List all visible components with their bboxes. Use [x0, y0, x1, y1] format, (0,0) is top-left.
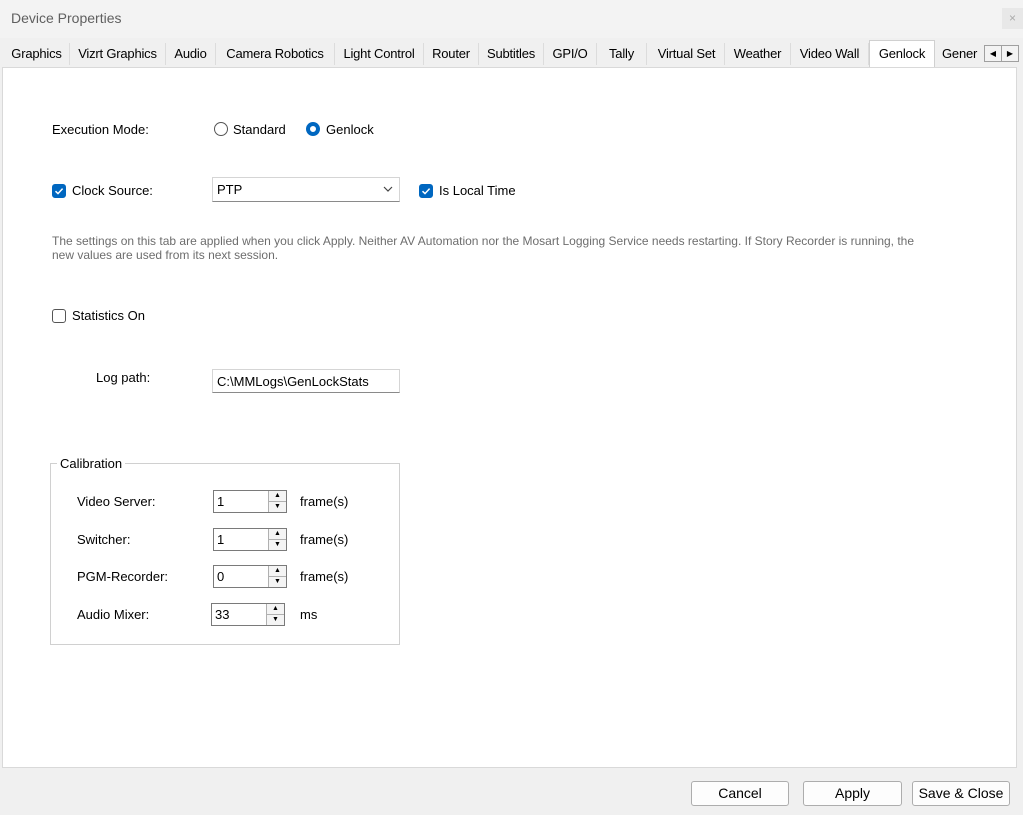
clock-source-value: PTP — [217, 182, 243, 197]
cancel-button[interactable]: Cancel — [691, 781, 789, 806]
clock-source-label[interactable]: Clock Source: — [72, 183, 153, 198]
tab-strip: Graphics Vizrt Graphics Audio Camera Rob… — [0, 40, 1023, 67]
tab-subtitles[interactable]: Subtitles — [479, 43, 544, 65]
pgm-recorder-label: PGM-Recorder: — [77, 569, 169, 584]
arrow-up-icon[interactable]: ▲ — [269, 491, 286, 502]
video-server-stepper[interactable]: 1 ▲ ▼ — [213, 490, 287, 513]
tab-vizrt-graphics[interactable]: Vizrt Graphics — [70, 43, 166, 65]
tab-router[interactable]: Router — [424, 43, 479, 65]
switcher-stepper[interactable]: 1 ▲ ▼ — [213, 528, 287, 551]
genlock-tab-panel — [2, 67, 1017, 768]
arrow-down-icon[interactable]: ▼ — [269, 577, 286, 587]
standard-radio[interactable] — [214, 122, 228, 136]
audio-mixer-stepper[interactable]: 33 ▲ ▼ — [211, 603, 285, 626]
audio-mixer-label: Audio Mixer: — [77, 607, 150, 622]
window-title: Device Properties — [11, 10, 122, 26]
arrow-down-icon[interactable]: ▼ — [267, 615, 284, 625]
tab-virtual-set[interactable]: Virtual Set — [649, 43, 725, 65]
tab-audio[interactable]: Audio — [166, 43, 216, 65]
tab-tally[interactable]: Tally — [597, 43, 647, 65]
statistics-on-label[interactable]: Statistics On — [72, 308, 145, 323]
genlock-radio-label[interactable]: Genlock — [326, 122, 374, 137]
chevron-left-icon[interactable]: ◀ — [985, 46, 1001, 61]
statistics-on-checkbox[interactable] — [52, 309, 66, 323]
save-close-button[interactable]: Save & Close — [912, 781, 1010, 806]
close-icon[interactable]: × — [1002, 8, 1023, 29]
tab-genlock[interactable]: Genlock — [869, 40, 935, 67]
is-local-time-label[interactable]: Is Local Time — [439, 183, 516, 198]
video-server-unit: frame(s) — [300, 494, 349, 509]
calibration-title: Calibration — [57, 456, 126, 471]
info-text: The settings on this tab are applied whe… — [52, 234, 915, 262]
log-path-label: Log path: — [96, 370, 151, 385]
video-server-value: 1 — [217, 494, 225, 509]
arrow-down-icon[interactable]: ▼ — [269, 502, 286, 512]
audio-mixer-value: 33 — [215, 607, 230, 622]
title-bar: Device Properties × — [0, 0, 1023, 38]
tab-light-control[interactable]: Light Control — [335, 43, 424, 65]
chevron-right-icon[interactable]: ▶ — [1002, 46, 1018, 61]
arrow-up-icon[interactable]: ▲ — [269, 529, 286, 540]
switcher-label: Switcher: — [77, 532, 131, 547]
genlock-radio[interactable] — [306, 122, 320, 136]
clock-source-combo[interactable]: PTP — [212, 177, 400, 202]
is-local-time-checkbox[interactable] — [419, 184, 433, 198]
tab-graphics[interactable]: Graphics — [4, 43, 70, 65]
checkmark-icon — [421, 188, 431, 195]
pgm-recorder-stepper[interactable]: 0 ▲ ▼ — [213, 565, 287, 588]
tab-weather[interactable]: Weather — [725, 43, 791, 65]
switcher-value: 1 — [217, 532, 225, 547]
pgm-recorder-unit: frame(s) — [300, 569, 349, 584]
arrow-down-icon[interactable]: ▼ — [269, 540, 286, 550]
execution-mode-label: Execution Mode: — [52, 122, 149, 137]
tab-general[interactable]: Gener — [936, 43, 982, 65]
tab-scroll-buttons: ◀ ▶ — [984, 45, 1019, 62]
audio-mixer-unit: ms — [300, 607, 318, 622]
tab-video-wall[interactable]: Video Wall — [791, 43, 869, 65]
arrow-up-icon[interactable]: ▲ — [269, 566, 286, 577]
tab-camera-robotics[interactable]: Camera Robotics — [216, 43, 335, 65]
clock-source-checkbox[interactable] — [52, 184, 66, 198]
log-path-value: C:\MMLogs\GenLockStats — [217, 374, 369, 389]
arrow-up-icon[interactable]: ▲ — [267, 604, 284, 615]
switcher-unit: frame(s) — [300, 532, 349, 547]
video-server-label: Video Server: — [77, 494, 156, 509]
tab-gpio[interactable]: GPI/O — [544, 43, 597, 65]
pgm-recorder-value: 0 — [217, 569, 225, 584]
chevron-down-icon — [383, 186, 393, 192]
log-path-input[interactable]: C:\MMLogs\GenLockStats — [212, 369, 400, 393]
apply-button[interactable]: Apply — [803, 781, 902, 806]
checkmark-icon — [54, 188, 64, 195]
standard-radio-label[interactable]: Standard — [233, 122, 286, 137]
